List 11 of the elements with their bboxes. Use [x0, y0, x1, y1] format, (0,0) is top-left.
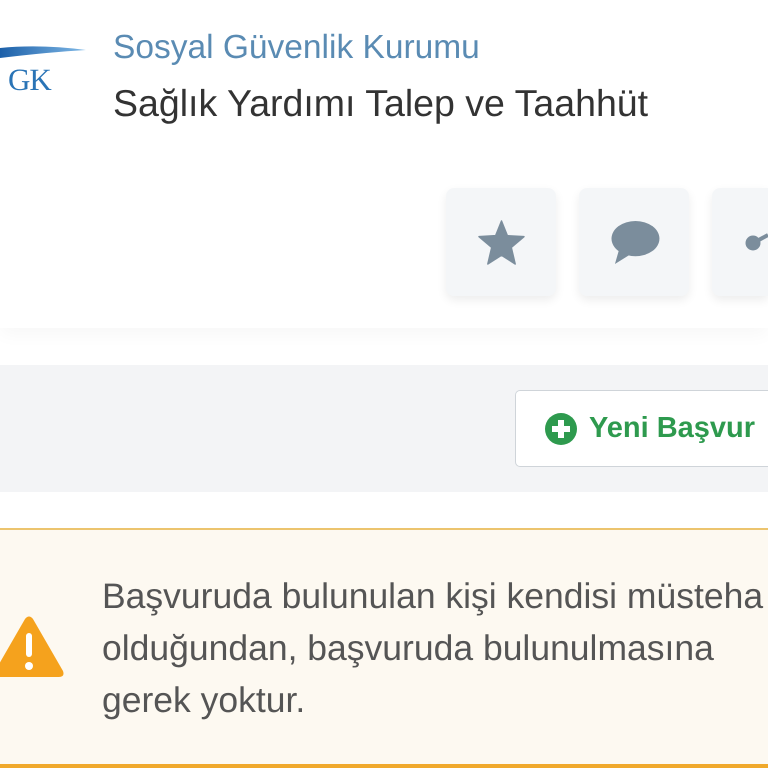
alert-message: Başvuruda bulunulan kişi kendisi müsteha olduğundan, başvuruda bulunulmasına gerek yoktur. — [102, 575, 764, 722]
share-icon — [745, 231, 768, 253]
organization-name: Sosyal Güvenlik Kurumu — [113, 28, 481, 68]
plus-circle-icon — [545, 412, 577, 444]
share-button[interactable] — [712, 188, 768, 296]
page-title: Sağlık Yardımı Talep ve Taahhüt — [113, 81, 648, 125]
speech-bubble-icon — [608, 220, 660, 264]
logo-text: GK — [8, 65, 51, 95]
star-icon — [478, 220, 524, 264]
new-application-button[interactable]: Yeni Başvur — [515, 390, 768, 467]
warning-icon — [0, 616, 66, 680]
